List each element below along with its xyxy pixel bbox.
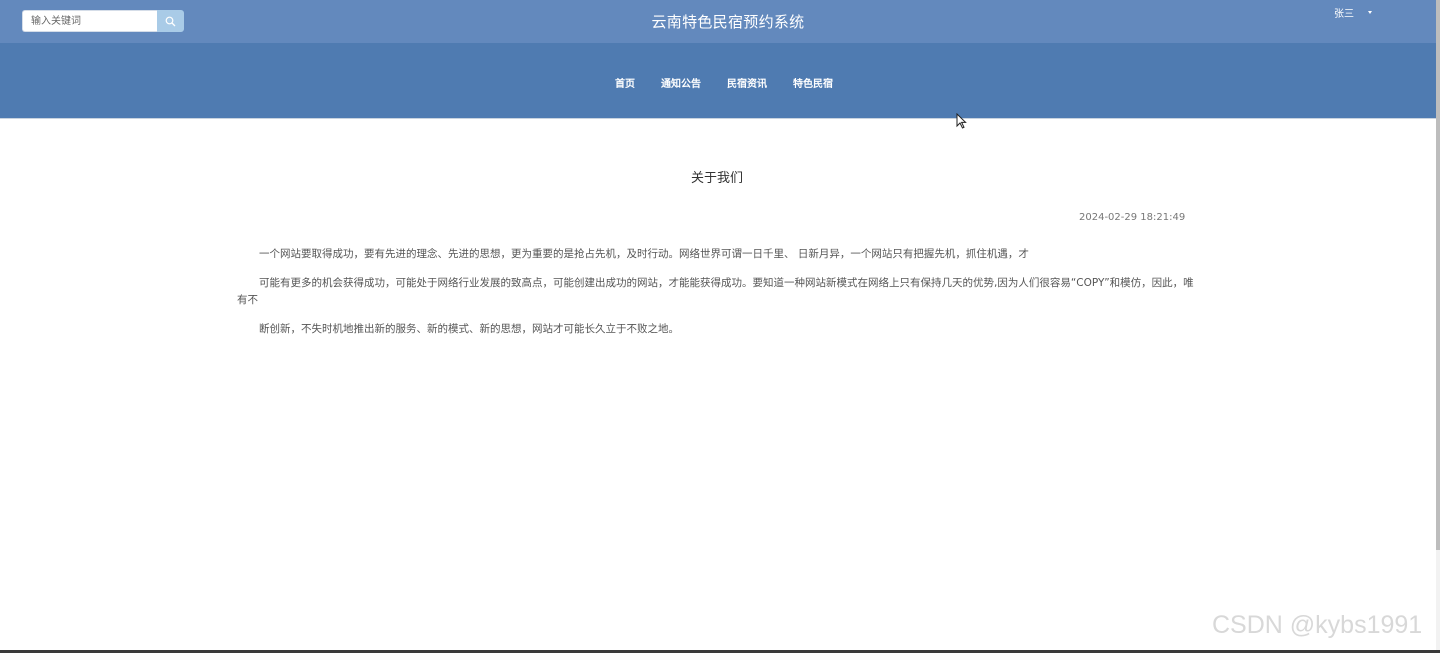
user-menu[interactable]: 张三 xyxy=(1334,5,1372,20)
watermark: CSDN @kybs1991 xyxy=(1212,611,1423,639)
nav-item-notices[interactable]: 通知公告 xyxy=(661,75,701,90)
user-name: 张三 xyxy=(1334,9,1354,20)
article-paragraph: 断创新，不失时机地推出新的服务、新的模式、新的思想，网站才可能长久立于不败之地。 xyxy=(259,323,679,335)
article-paragraph: 一个网站要取得成功，要有先进的理念、先进的思想，更为重要的是抢占先机，及时行动。… xyxy=(259,248,1029,260)
nav-items: 首页 通知公告 民宿资讯 特色民宿 xyxy=(0,75,1440,90)
scrollbar-thumb[interactable] xyxy=(1436,0,1440,550)
top-header-bar: 云南特色民宿预约系统 张三 xyxy=(0,0,1440,43)
page: 云南特色民宿预约系统 张三 首页 通知公告 民宿资讯 特色民宿 关于我们 202… xyxy=(0,0,1440,653)
mouse-pointer-icon xyxy=(956,112,967,133)
article-body: 一个网站要取得成功，要有先进的理念、先进的思想，更为重要的是抢占先机，及时行动。… xyxy=(237,246,1195,350)
chevron-down-icon xyxy=(1368,11,1372,14)
site-title: 云南特色民宿预约系统 xyxy=(651,13,805,31)
nav-item-home[interactable]: 首页 xyxy=(615,75,635,90)
article-paragraph: 可能有更多的机会获得成功，可能处于网络行业发展的致高点，可能创建出成功的网站，才… xyxy=(237,277,1194,306)
page-title: 关于我们 xyxy=(690,171,743,186)
nav-item-homestays[interactable]: 特色民宿 xyxy=(793,75,833,90)
publish-date: 2024-02-29 18:21:49 xyxy=(1079,212,1186,223)
main-navbar: 首页 通知公告 民宿资讯 特色民宿 xyxy=(0,43,1440,119)
nav-item-news[interactable]: 民宿资讯 xyxy=(727,75,767,90)
